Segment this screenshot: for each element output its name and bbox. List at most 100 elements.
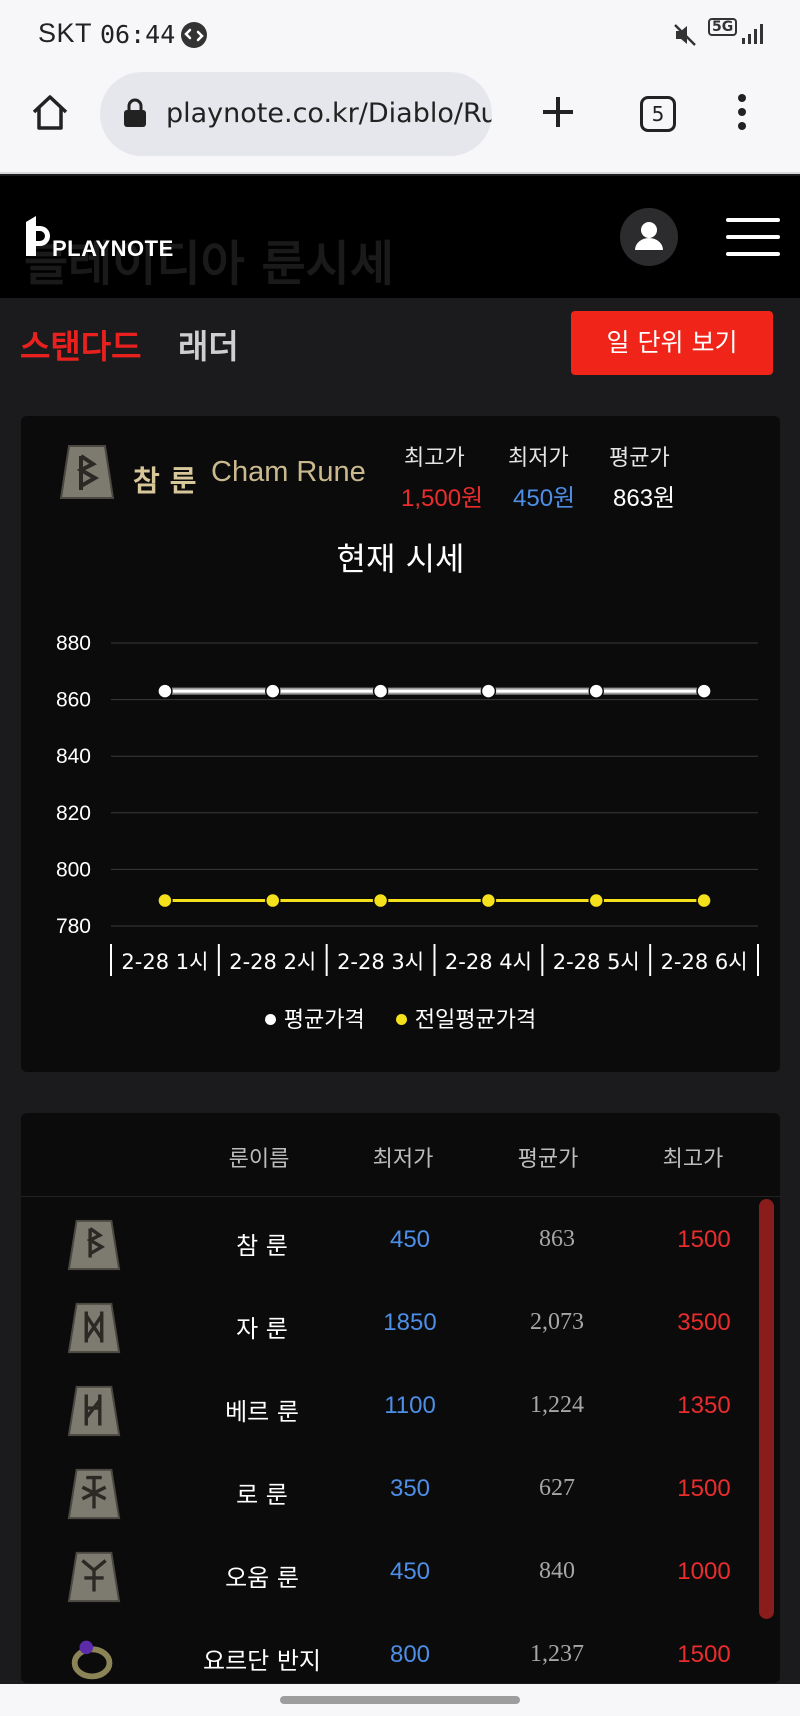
legend-item-avg[interactable]: 평균가격 [264, 1002, 365, 1034]
legend-item-prev-avg[interactable]: 전일평균가격 [395, 1002, 537, 1034]
daily-view-button[interactable]: 일 단위 보기 [571, 311, 773, 375]
max-price-label: 최고가 [404, 446, 465, 471]
table-row[interactable]: 베르 룬 1100 1,224 1350 [21, 1368, 780, 1451]
user-icon [635, 222, 663, 250]
clock: 06:44 [100, 20, 176, 49]
ber-rune-icon [67, 1385, 121, 1437]
y-tick-label: 820 [56, 802, 91, 825]
x-tick-label: 2-28 4시 [445, 950, 532, 974]
browser-toolbar: playnote.co.kr/Diablo/Rur 5 [0, 66, 800, 174]
rune-name-korean: 참 룬 [133, 464, 197, 498]
series-point [480, 683, 497, 699]
series-point [157, 683, 173, 699]
plus-icon[interactable] [540, 94, 576, 130]
chart-legend: 평균가격 전일평균가격 [21, 1002, 780, 1034]
x-tick-label: 2-28 3시 [337, 950, 424, 974]
table-row[interactable]: 자 룬 1850 2,073 3500 [21, 1285, 780, 1368]
series-point [372, 683, 389, 699]
jordan-ring-icon [71, 1640, 113, 1680]
table-row[interactable]: 요르단 반지 800 1,237 1500 [21, 1617, 780, 1683]
network-type-badge: 5G [708, 18, 738, 36]
logo-text[interactable]: PLAYNOTE [52, 236, 174, 262]
rune-name-cell: 오움 룬 [225, 1564, 299, 1592]
cham-rune-icon [67, 1219, 121, 1271]
rune-name-cell: 베르 룬 [225, 1398, 299, 1426]
max-price-value: 1,500원 [401, 485, 484, 512]
series-point [588, 683, 604, 699]
hamburger-menu-icon[interactable] [726, 218, 780, 256]
y-tick-label: 860 [56, 689, 91, 712]
avg-price-cell: 1,237 [530, 1641, 584, 1667]
rune-price-table: 룬이름 최저가 평균가 최고가 참 룬 450 863 1500 자 룬 1850 2,0… [21, 1113, 780, 1683]
cham-rune-icon [59, 445, 115, 499]
url-text: playnote.co.kr/Diablo/Rur [166, 98, 492, 129]
min-price-cell: 1100 [384, 1392, 436, 1419]
rune-name-cell: 참 룬 [236, 1232, 288, 1260]
x-tick-label: 2-28 1시 [121, 950, 208, 974]
ohm-rune-icon [67, 1551, 121, 1603]
x-tick-label: 2-28 2시 [229, 950, 316, 974]
y-tick-label: 780 [56, 915, 91, 938]
rune-name-cell: 로 룬 [236, 1481, 288, 1509]
max-price-cell: 3500 [677, 1309, 731, 1336]
y-tick-label: 800 [56, 858, 91, 881]
legend-dot-prev-avg [395, 1013, 407, 1025]
legend-label-prev-avg: 전일평균가격 [414, 1008, 537, 1033]
min-price-cell: 350 [389, 1475, 431, 1502]
column-header-avg: 평균가 [517, 1147, 579, 1172]
max-price-cell: 1500 [677, 1641, 731, 1668]
avg-price-cell: 2,073 [530, 1309, 584, 1335]
avg-price-cell: 627 [539, 1475, 575, 1501]
min-price-cell: 450 [389, 1558, 431, 1585]
lo-rune-icon [67, 1468, 121, 1520]
rune-name-cell: 자 룬 [236, 1315, 288, 1343]
min-price-cell: 800 [389, 1641, 431, 1668]
max-price-cell: 1000 [677, 1558, 731, 1585]
column-header-max: 최고가 [662, 1147, 724, 1172]
rune-name-english: Cham Rune [211, 456, 366, 488]
series-point [588, 892, 604, 909]
column-header-min: 최저가 [372, 1147, 434, 1172]
chart-title: 현재 시세 [336, 540, 465, 578]
legend-label-avg: 평균가격 [283, 1008, 365, 1033]
site-header: 블레이디아 룬시세 PLAYNOTE [0, 176, 800, 298]
price-chart-card: 참 룬 Cham Rune 최고가 1,500원 최저가 450원 평균가 86… [21, 416, 780, 1072]
avg-price-label: 평균가 [609, 446, 670, 471]
table-scrollbar[interactable] [759, 1199, 774, 1619]
home-gesture-handle[interactable] [280, 1696, 520, 1704]
max-price-cell: 1500 [677, 1226, 731, 1253]
min-price-value: 450원 [513, 485, 576, 512]
y-tick-label: 880 [56, 632, 91, 655]
signal-icon [742, 24, 763, 44]
home-icon[interactable] [30, 92, 70, 132]
series-point [696, 683, 712, 699]
series-point [696, 892, 712, 909]
series-point [157, 892, 173, 909]
tab-standard[interactable]: 스탠다드 [20, 320, 141, 368]
table-header: 룬이름 최저가 평균가 최고가 [21, 1113, 780, 1197]
tab-ladder[interactable]: 래더 [178, 320, 239, 368]
address-bar[interactable]: playnote.co.kr/Diablo/Rur [100, 72, 492, 156]
min-price-cell: 1850 [383, 1309, 437, 1336]
table-row[interactable]: 로 룬 350 627 1500 [21, 1451, 780, 1534]
playnote-logo-icon[interactable] [22, 214, 54, 258]
price-line-chart: 780 800 820 840 860 880 2-28 1시 2-28 2시 2-28 3시 2… [56, 632, 759, 976]
legend-dot-avg [264, 1013, 276, 1025]
series-point [480, 892, 497, 909]
min-price-label: 최저가 [508, 446, 569, 471]
zod-rune-icon [67, 1302, 121, 1354]
x-tick-label: 2-28 5시 [553, 950, 640, 974]
avg-price-cell: 863 [539, 1226, 575, 1252]
carrier-label: SKT [38, 18, 93, 48]
series-point [372, 892, 389, 909]
max-price-cell: 1350 [677, 1392, 731, 1419]
avg-price-cell: 1,224 [530, 1392, 584, 1418]
column-header-name: 룬이름 [228, 1147, 290, 1172]
table-row[interactable]: 오움 룬 450 840 1000 [21, 1534, 780, 1617]
more-vert-icon[interactable] [732, 92, 752, 132]
table-row[interactable]: 참 룬 450 863 1500 [21, 1202, 780, 1285]
x-tick-label: 2-28 6시 [661, 950, 748, 974]
mute-icon [674, 24, 696, 46]
profile-button[interactable] [620, 208, 678, 266]
tab-switcher-button[interactable]: 5 [640, 96, 676, 132]
